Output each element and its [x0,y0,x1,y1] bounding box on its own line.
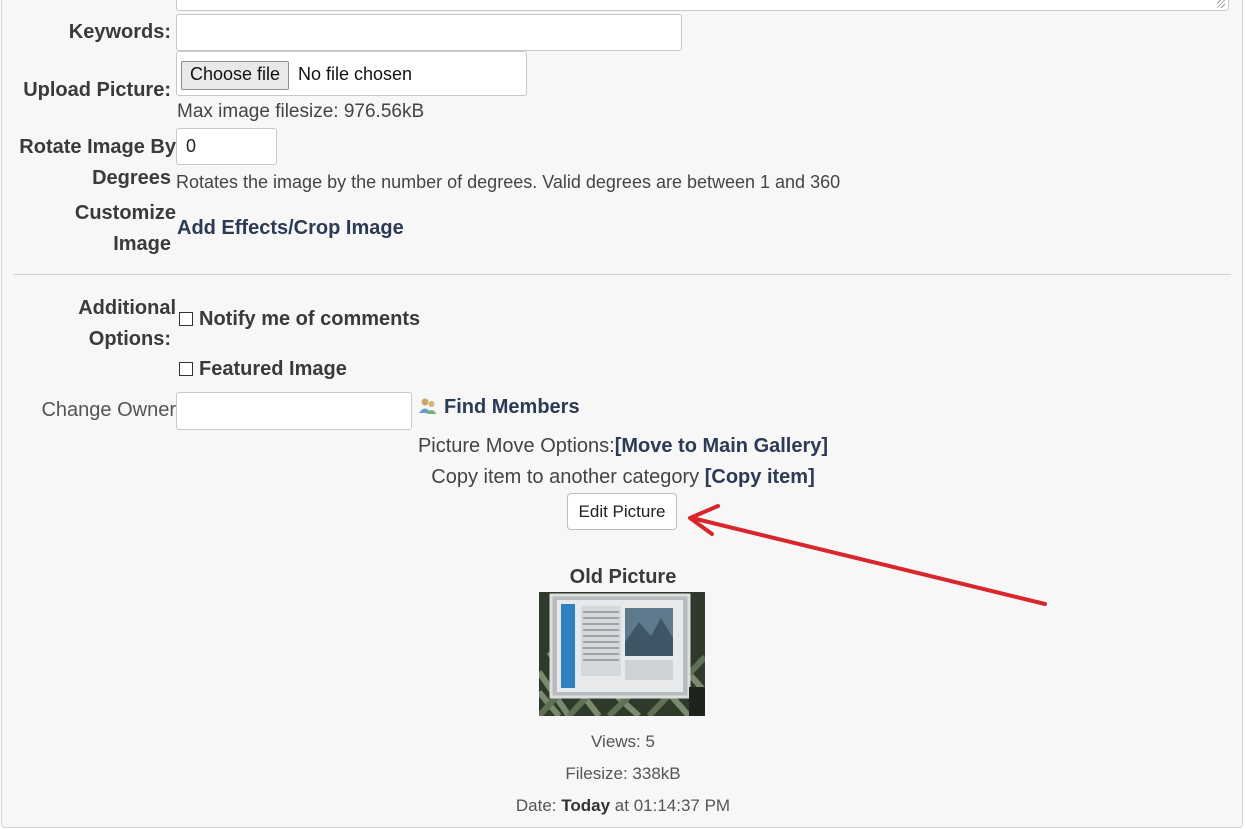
copy-item-prefix: Copy item to another category [431,466,700,488]
move-to-main-gallery-link[interactable]: [Move to Main Gallery] [615,435,828,457]
old-picture-heading: Old Picture [569,566,677,588]
additional-label-line1: Additional [78,297,176,319]
featured-image-checkbox[interactable] [179,362,193,376]
keywords-input[interactable] [176,14,682,51]
keywords-label: Keywords: [68,21,171,43]
resize-handle-icon[interactable] [1217,0,1225,8]
max-filesize-text: Max image filesize: 976.56kB [177,101,425,122]
notify-comments-checkbox[interactable] [179,312,193,326]
find-members-link[interactable]: Find Members [444,396,580,419]
additional-label-line2: Options: [88,328,171,350]
section-divider [13,274,1231,275]
members-icon[interactable] [418,396,438,416]
featured-image-label: Featured Image [199,358,347,380]
notify-comments-option[interactable]: Notify me of comments [179,308,420,331]
copy-item-link[interactable]: [Copy item] [705,466,815,488]
date-prefix: Date: [515,796,557,815]
views-text: Views: 5 [591,732,655,751]
annotation-arrow-icon [688,504,1047,606]
customize-label-line1: Customize [74,202,176,224]
copy-item-row: Copy item to another category [Copy item… [0,466,1246,489]
description-textarea[interactable] [176,0,1229,11]
rotate-label-line1: Rotate Image By [19,136,176,158]
file-status-text: No file chosen [298,64,413,84]
add-effects-crop-link[interactable]: Add Effects/Crop Image [177,217,404,240]
edit-picture-button[interactable]: Edit Picture [567,493,677,530]
move-options-prefix: Picture Move Options: [417,435,615,457]
date-text: Date: Today at 01:14:37 PM [0,796,1246,816]
rotate-label-line2: Degrees [92,167,171,189]
change-owner-label: Change Owner [41,399,176,421]
rotate-help-text: Rotates the image by the number of degre… [176,172,841,192]
notify-comments-label: Notify me of comments [199,308,421,330]
change-owner-input[interactable] [176,392,412,430]
choose-file-button[interactable]: Choose file [181,61,290,90]
file-upload-field[interactable]: Choose file No file chosen [176,51,527,96]
old-picture-thumbnail[interactable] [536,592,708,719]
customize-label-line2: Image [113,233,171,255]
picture-move-options: Picture Move Options:[Move to Main Galle… [0,435,1246,458]
date-suffix: at 01:14:37 PM [614,796,731,815]
featured-image-option[interactable]: Featured Image [179,358,347,381]
rotate-degrees-input[interactable] [176,128,277,165]
filesize-text: Filesize: 338kB [565,764,681,783]
upload-picture-label: Upload Picture: [23,79,171,101]
date-bold: Today [561,796,611,815]
